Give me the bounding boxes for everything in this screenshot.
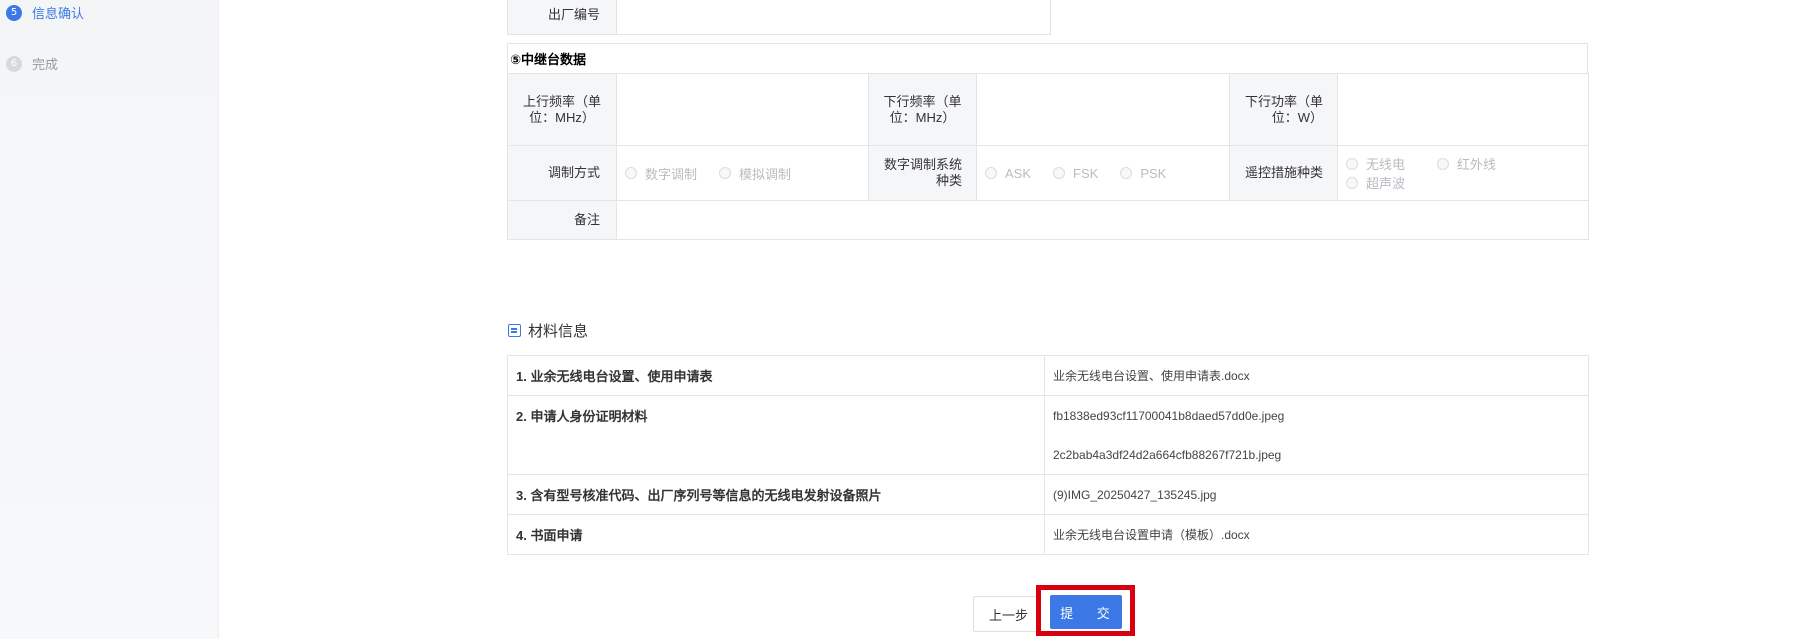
remark-label: 备注 — [507, 200, 617, 240]
remote-control-label: 遥控措施种类 — [1229, 145, 1338, 201]
document-list-icon — [508, 324, 521, 337]
radio-circle-icon — [1053, 167, 1066, 179]
step-number: 6 — [6, 55, 22, 72]
file-link[interactable]: fb1838ed93cf11700041b8daed57dd0e.jpeg — [1053, 396, 1580, 435]
file-link[interactable]: 业余无线电台设置申请（模板）.docx — [1053, 515, 1580, 554]
submit-button[interactable]: 提 交 — [1050, 595, 1122, 629]
digital-system-option-fsk[interactable]: FSK — [1053, 166, 1098, 181]
material-name: 3. 含有型号核准代码、出厂序列号等信息的无线电发射设备照片 — [507, 474, 1045, 515]
materials-table: 1. 业余无线电台设置、使用申请表 业余无线电台设置、使用申请表.docx 2.… — [507, 355, 1589, 555]
downlink-freq-value — [976, 73, 1230, 146]
remote-control-radio-group: 无线电 红外线 超声波 — [1346, 154, 1580, 192]
radio-circle-icon — [1346, 176, 1358, 189]
table-row: 3. 含有型号核准代码、出厂序列号等信息的无线电发射设备照片 (9)IMG_20… — [507, 474, 1589, 515]
digital-system-label: 数字调制系统种类 — [868, 145, 977, 201]
remark-value — [616, 200, 1589, 240]
remote-option-infrared[interactable]: 红外线 — [1437, 154, 1496, 173]
file-link[interactable]: 业余无线电台设置、使用申请表.docx — [1053, 356, 1580, 395]
step-label: 完成 — [32, 57, 59, 72]
file-link[interactable]: 2c2bab4a3df24d2a664cfb88267f721b.jpeg — [1053, 435, 1580, 474]
step-number: 5 — [6, 4, 22, 21]
downlink-power-value — [1337, 73, 1589, 146]
uplink-freq-label: 上行频率（单位：MHz） — [507, 73, 617, 146]
step-finish[interactable]: 6 完成 — [6, 54, 58, 73]
material-name: 4. 书面申请 — [507, 514, 1045, 555]
radio-circle-icon — [1437, 157, 1450, 170]
step-info-confirm[interactable]: 5 信息确认 — [6, 3, 84, 22]
digital-system-radio-group: ASK FSK PSK — [985, 166, 1221, 181]
prev-step-button[interactable]: 上一步 — [973, 596, 1044, 632]
step-label: 信息确认 — [32, 6, 85, 21]
serial-table: 出厂编号 — [507, 0, 1051, 35]
step-sidebar: 5 信息确认 6 完成 — [0, 0, 219, 639]
repeater-section-title: ⑤中继台数据 — [507, 43, 1588, 74]
materials-header: 材料信息 — [508, 320, 588, 341]
table-row: 1. 业余无线电台设置、使用申请表 业余无线电台设置、使用申请表.docx — [507, 355, 1589, 396]
radio-circle-icon — [719, 167, 732, 179]
materials-title: 材料信息 — [528, 323, 589, 340]
modulation-label: 调制方式 — [507, 145, 617, 201]
modulation-option-digital[interactable]: 数字调制 — [625, 164, 697, 183]
table-row: 2. 申请人身份证明材料 fb1838ed93cf11700041b8daed5… — [507, 395, 1589, 475]
material-name: 1. 业余无线电台设置、使用申请表 — [507, 355, 1045, 396]
modulation-radio-group: 数字调制 模拟调制 — [625, 164, 860, 183]
uplink-freq-value — [616, 73, 869, 146]
downlink-freq-label: 下行频率（单位：MHz） — [868, 73, 977, 146]
digital-system-option-psk[interactable]: PSK — [1120, 166, 1166, 181]
digital-system-option-ask[interactable]: ASK — [985, 166, 1031, 181]
radio-circle-icon — [1346, 157, 1358, 170]
radio-circle-icon — [1120, 167, 1133, 179]
repeater-table: 上行频率（单位：MHz） 下行频率（单位：MHz） 下行功率（单位：W） 调制方… — [507, 73, 1589, 240]
remote-option-ultrasonic[interactable]: 超声波 — [1346, 173, 1405, 192]
modulation-option-analog[interactable]: 模拟调制 — [719, 164, 791, 183]
remote-option-radio[interactable]: 无线电 — [1346, 154, 1405, 173]
serial-label: 出厂编号 — [507, 0, 617, 35]
radio-circle-icon — [985, 167, 997, 179]
serial-value — [616, 0, 1051, 35]
downlink-power-label: 下行功率（单位：W） — [1229, 73, 1338, 146]
table-row: 4. 书面申请 业余无线电台设置申请（模板）.docx — [507, 514, 1589, 555]
radio-circle-icon — [625, 167, 637, 179]
file-link[interactable]: (9)IMG_20250427_135245.jpg — [1053, 475, 1580, 514]
material-name: 2. 申请人身份证明材料 — [507, 395, 1045, 475]
